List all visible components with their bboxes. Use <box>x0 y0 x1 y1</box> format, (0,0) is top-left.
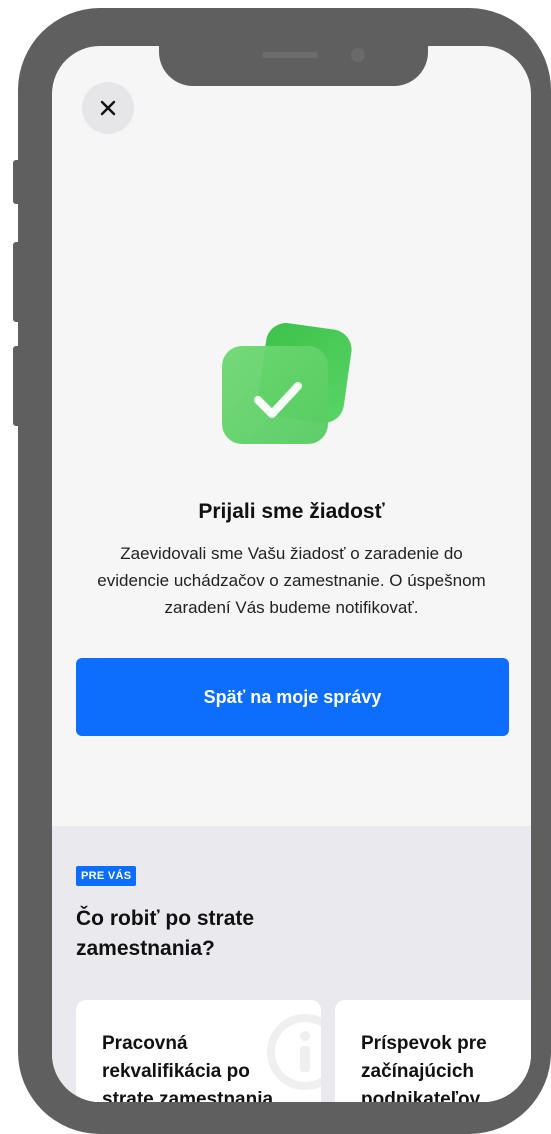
front-camera <box>351 48 365 62</box>
app-screen: Prijali sme žiadosť Zaevidovali sme Vašu… <box>52 46 531 1102</box>
success-illustration <box>220 320 360 450</box>
for-you-section: PRE VÁS Čo robiť po strate zamestnania? … <box>52 826 531 1102</box>
card-retraining[interactable]: Pracovná rekvalifikácia po strate zamest… <box>76 1000 321 1102</box>
speaker-grille <box>262 52 318 58</box>
back-to-messages-label: Späť na moje správy <box>203 686 382 707</box>
check-success-icon <box>222 323 352 444</box>
for-you-badge: PRE VÁS <box>76 866 137 886</box>
card-startup-allowance[interactable]: Príspevok pre začínajúcich podnikateľov <box>335 1000 531 1102</box>
confirmation-description: Zaevidovali sme Vašu žiadosť o zaradenie… <box>97 544 486 617</box>
confirmation-title: Prijali sme žiadosť <box>198 500 385 523</box>
back-to-messages-button[interactable]: Späť na moje správy <box>76 658 509 736</box>
info-icon <box>267 1014 321 1090</box>
card-title: Príspevok pre začínajúcich podnikateľov <box>361 1033 487 1102</box>
close-button[interactable] <box>82 82 134 134</box>
phone-notch <box>159 46 428 86</box>
close-icon <box>100 100 116 116</box>
section-title: Čo robiť po strate zamestnania? <box>76 907 255 960</box>
card-title: Pracovná rekvalifikácia po strate zamest… <box>102 1033 274 1102</box>
